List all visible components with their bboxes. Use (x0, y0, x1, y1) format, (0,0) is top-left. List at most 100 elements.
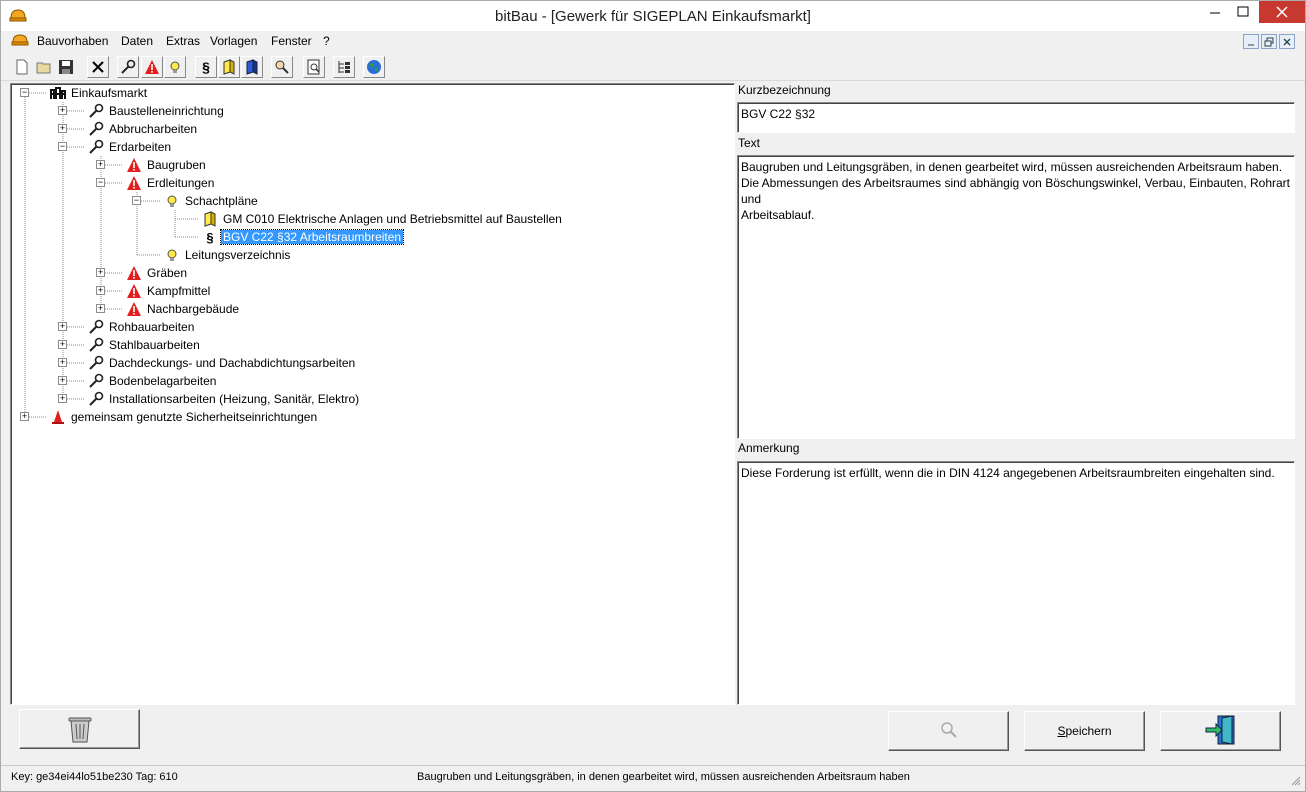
collapse-toggle[interactable]: − (132, 196, 141, 205)
tree-node-schachtplaene[interactable]: Schachtpläne (163, 192, 260, 210)
tree-node-abbrucharbeiten[interactable]: Abbrucharbeiten (87, 120, 199, 138)
menu-daten[interactable]: Daten (121, 34, 153, 48)
paragraph-icon: § (206, 229, 214, 245)
tree-list-icon[interactable] (333, 56, 355, 78)
warning-icon (125, 283, 143, 299)
status-message: Baugruben und Leitungsgräben, in denen g… (417, 771, 910, 783)
tree-node-erdarbeiten[interactable]: Erdarbeiten (87, 138, 173, 156)
menu-extras[interactable]: Extras (166, 34, 200, 48)
tree-node-kampfmittel[interactable]: Kampfmittel (125, 282, 212, 300)
tree-node-einkaufsmarkt[interactable]: Einkaufsmarkt (49, 84, 149, 102)
main-window: bitBau - [Gewerk für SIGEPLAN Einkaufsma… (0, 0, 1306, 792)
tree-panel[interactable]: − + + − + − − + + + + + + + + + Einkaufs… (10, 83, 735, 705)
kurzbezeichnung-label: Kurzbezeichnung (738, 83, 831, 97)
title-bar: bitBau - [Gewerk für SIGEPLAN Einkaufsma… (1, 1, 1305, 31)
resize-grip-icon[interactable] (1291, 775, 1301, 789)
anmerkung-label: Anmerkung (738, 441, 800, 455)
tree-node-gm-c010[interactable]: GM C010 Elektrische Anlagen und Betriebs… (201, 210, 564, 228)
save-button[interactable]: Speichern (1024, 711, 1145, 751)
expand-toggle[interactable]: + (20, 412, 29, 421)
document-hardhat-icon[interactable] (11, 32, 29, 51)
search-button[interactable] (888, 711, 1009, 751)
wrench-icon (87, 103, 105, 119)
expand-toggle[interactable]: + (58, 340, 67, 349)
mdi-close-button[interactable] (1279, 34, 1295, 49)
wrench-icon (87, 337, 105, 353)
wrench-icon (87, 355, 105, 371)
minimize-button[interactable] (1201, 1, 1229, 23)
tree-node-installationsarbeiten[interactable]: Installationsarbeiten (Heizung, Sanitär,… (87, 390, 361, 408)
warning-icon (125, 265, 143, 281)
tree-node-bodenbelagarbeiten[interactable]: Bodenbelagarbeiten (87, 372, 218, 390)
tree-node-bgv-c22[interactable]: § BGV C22 §32 Arbeitsraumbreiten (201, 228, 405, 246)
globe-icon[interactable] (363, 56, 385, 78)
expand-toggle[interactable]: + (58, 376, 67, 385)
expand-toggle[interactable]: + (58, 124, 67, 133)
tree-node-nachbargebaeude[interactable]: Nachbargebäude (125, 300, 241, 318)
menu-help[interactable]: ? (323, 34, 330, 48)
tree-node-dachdeckung[interactable]: Dachdeckungs- und Dachabdichtungsarbeite… (87, 354, 357, 372)
exit-door-icon (1204, 714, 1238, 749)
expand-toggle[interactable]: + (58, 106, 67, 115)
warning-icon (125, 301, 143, 317)
text-label: Text (738, 136, 761, 150)
collapse-toggle[interactable]: − (96, 178, 105, 187)
wrench-icon (87, 319, 105, 335)
status-bar: Key: ge34ei44lo51be230 Tag: 610 Baugrube… (1, 765, 1305, 791)
kurzbezeichnung-field[interactable]: BGV C22 §32 (737, 102, 1295, 133)
warning-icon[interactable] (141, 56, 163, 78)
warning-icon (125, 157, 143, 173)
open-icon[interactable] (33, 56, 55, 78)
expand-toggle[interactable]: + (96, 160, 105, 169)
tree-node-erdleitungen[interactable]: Erdleitungen (125, 174, 216, 192)
traffic-cone-icon (49, 409, 67, 425)
expand-toggle[interactable]: + (96, 304, 105, 313)
expand-toggle[interactable]: + (58, 358, 67, 367)
warning-icon (125, 175, 143, 191)
save-icon[interactable] (55, 56, 77, 78)
delete-icon[interactable] (87, 56, 109, 78)
collapse-toggle[interactable]: − (20, 88, 29, 97)
mdi-restore-button[interactable] (1261, 34, 1277, 49)
window-title: bitBau - [Gewerk für SIGEPLAN Einkaufsma… (495, 8, 811, 25)
expand-toggle[interactable]: + (58, 322, 67, 331)
menu-bauvorhaben[interactable]: Bauvorhaben (37, 34, 108, 48)
paragraph-icon[interactable]: § (195, 56, 217, 78)
menu-bar: Bauvorhaben Daten Extras Vorlagen Fenste… (1, 31, 1305, 51)
magnifier-icon (939, 720, 959, 743)
expand-toggle[interactable]: + (58, 394, 67, 403)
wrench-icon[interactable] (117, 56, 139, 78)
close-button[interactable] (1259, 1, 1305, 23)
trash-icon (63, 711, 97, 748)
new-icon[interactable] (11, 56, 33, 78)
collapse-toggle[interactable]: − (58, 142, 67, 151)
wrench-icon (87, 373, 105, 389)
tree-node-sicherheitseinrichtungen[interactable]: gemeinsam genutzte Sicherheitseinrichtun… (49, 408, 319, 426)
expand-toggle[interactable]: + (96, 268, 105, 277)
book-yellow-icon[interactable] (218, 56, 240, 78)
anmerkung-field[interactable]: Diese Forderung ist erfüllt, wenn die in… (737, 461, 1295, 705)
menu-vorlagen[interactable]: Vorlagen (210, 34, 257, 48)
trash-button[interactable] (19, 709, 140, 749)
building-icon (49, 85, 67, 101)
tree-node-graeben[interactable]: Gräben (125, 264, 189, 282)
wrench-icon (87, 121, 105, 137)
document-search-icon[interactable] (303, 56, 325, 78)
tree-node-baugruben[interactable]: Baugruben (125, 156, 208, 174)
tree-node-leitungsverzeichnis[interactable]: Leitungsverzeichnis (163, 246, 292, 264)
toolbar: § (1, 53, 1305, 81)
expand-toggle[interactable]: + (96, 286, 105, 295)
book-blue-icon[interactable] (241, 56, 263, 78)
menu-fenster[interactable]: Fenster (271, 34, 312, 48)
lightbulb-icon[interactable] (164, 56, 186, 78)
maximize-button[interactable] (1229, 1, 1257, 23)
tree-node-rohbauarbeiten[interactable]: Rohbauarbeiten (87, 318, 196, 336)
exit-button[interactable] (1160, 711, 1281, 751)
text-field[interactable]: Baugruben und Leitungsgräben, in denen g… (737, 155, 1295, 439)
lightbulb-icon (163, 247, 181, 263)
mdi-minimize-button[interactable] (1243, 34, 1259, 49)
tree-node-stahlbauarbeiten[interactable]: Stahlbauarbeiten (87, 336, 202, 354)
search-people-icon[interactable] (271, 56, 293, 78)
mdi-controls (1243, 34, 1295, 49)
tree-node-baustelleneinrichtung[interactable]: Baustelleneinrichtung (87, 102, 226, 120)
